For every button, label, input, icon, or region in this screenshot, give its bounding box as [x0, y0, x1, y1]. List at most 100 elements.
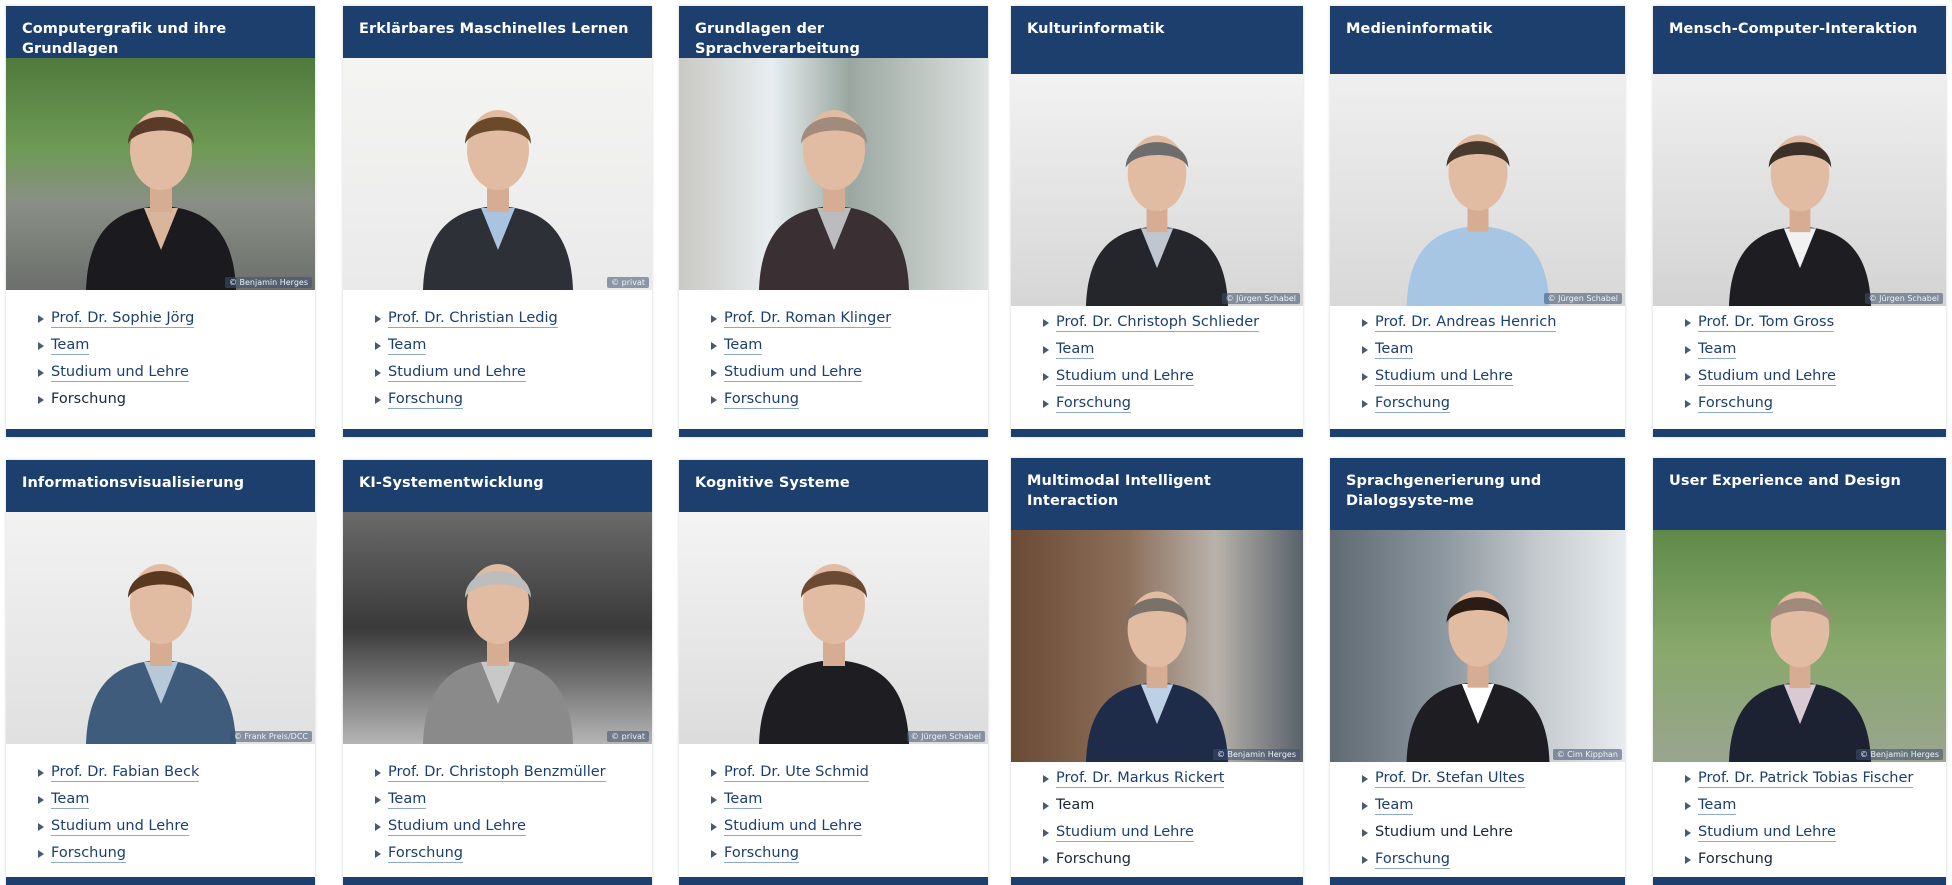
list-item[interactable]: Prof. Dr. Patrick Tobias Fischer: [1653, 765, 1946, 792]
team-link[interactable]: Team: [388, 337, 427, 355]
professor-link[interactable]: Prof. Dr. Markus Rickert: [1056, 770, 1225, 788]
list-item[interactable]: Forschung: [1011, 390, 1303, 417]
list-item[interactable]: Prof. Dr. Tom Gross: [1653, 309, 1946, 336]
list-item[interactable]: Studium und Lehre: [1653, 363, 1946, 390]
research-link[interactable]: Forschung: [388, 391, 463, 409]
teaching-link[interactable]: Studium und Lehre: [388, 364, 526, 382]
professor-link[interactable]: Prof. Dr. Tom Gross: [1698, 314, 1835, 332]
team-link[interactable]: Team: [724, 791, 763, 809]
professor-link[interactable]: Prof. Dr. Christoph Schlieder: [1056, 314, 1260, 332]
team-link[interactable]: Team: [1698, 341, 1737, 359]
list-item[interactable]: Team: [679, 332, 988, 359]
team-link[interactable]: Team: [724, 337, 763, 355]
teaching-link[interactable]: Studium und Lehre: [1698, 368, 1836, 386]
list-item[interactable]: Studium und Lehre: [1330, 363, 1625, 390]
list-item[interactable]: Prof. Dr. Fabian Beck: [6, 759, 315, 786]
portrait-photo: © Benjamin Herges: [6, 58, 315, 290]
list-item[interactable]: Team: [6, 786, 315, 813]
card-footer-bar: [6, 429, 315, 437]
team-link[interactable]: Team: [51, 337, 90, 355]
research-link[interactable]: Forschung: [1698, 395, 1773, 413]
professorship-card: Kulturinformatik © Jürgen Schabel Prof. Dr…: [1011, 6, 1303, 437]
research-link[interactable]: Forschung: [51, 845, 126, 863]
list-item[interactable]: Forschung: [6, 840, 315, 867]
teaching-link[interactable]: Studium und Lehre: [51, 364, 189, 382]
list-item[interactable]: Studium und Lehre: [6, 359, 315, 386]
professorship-card: Erklärbares Maschinelles Lernen © privat P…: [343, 6, 652, 437]
list-item[interactable]: Team: [1330, 336, 1625, 363]
research-link[interactable]: Forschung: [1056, 395, 1131, 413]
team-link[interactable]: Team: [1375, 341, 1414, 359]
list-item[interactable]: Studium und Lehre: [1011, 819, 1303, 846]
list-item[interactable]: Prof. Dr. Christian Ledig: [343, 305, 652, 332]
list-item[interactable]: Studium und Lehre: [343, 359, 652, 386]
card-footer-bar: [343, 429, 652, 437]
research-link[interactable]: Forschung: [724, 845, 799, 863]
list-item[interactable]: Team: [1653, 336, 1946, 363]
card-title: Sprachgenerierung und Dialogsyste-me: [1330, 458, 1625, 530]
teaching-link[interactable]: Studium und Lehre: [1375, 368, 1513, 386]
list-item[interactable]: Forschung: [1653, 390, 1946, 417]
list-item[interactable]: Prof. Dr. Markus Rickert: [1011, 765, 1303, 792]
list-item[interactable]: Prof. Dr. Christoph Schlieder: [1011, 309, 1303, 336]
team-link[interactable]: Team: [1375, 797, 1414, 815]
list-item[interactable]: Team: [343, 332, 652, 359]
research-link[interactable]: Forschung: [724, 391, 799, 409]
research-link[interactable]: Forschung: [388, 845, 463, 863]
team-link[interactable]: Team: [1698, 797, 1737, 815]
list-item[interactable]: Team: [6, 332, 315, 359]
professor-link[interactable]: Prof. Dr. Andreas Henrich: [1375, 314, 1557, 332]
teaching-link[interactable]: Studium und Lehre: [1056, 368, 1194, 386]
triangle-right-icon: [1685, 774, 1691, 783]
list-item[interactable]: Prof. Dr. Ute Schmid: [679, 759, 988, 786]
list-item[interactable]: Studium und Lehre: [679, 359, 988, 386]
list-item[interactable]: Studium und Lehre: [679, 813, 988, 840]
list-item[interactable]: Forschung: [1330, 390, 1625, 417]
team-link[interactable]: Team: [51, 791, 90, 809]
list-item[interactable]: Studium und Lehre: [6, 813, 315, 840]
teaching-link[interactable]: Studium und Lehre: [51, 818, 189, 836]
photo-credit: © privat: [607, 731, 649, 742]
research-link[interactable]: Forschung: [1375, 395, 1450, 413]
list-item[interactable]: Prof. Dr. Christoph Benzmüller: [343, 759, 652, 786]
list-item[interactable]: Forschung: [343, 386, 652, 413]
team-link[interactable]: Team: [388, 791, 427, 809]
teaching-link[interactable]: Studium und Lehre: [724, 818, 862, 836]
list-item[interactable]: Studium und Lehre: [1653, 819, 1946, 846]
triangle-right-icon: [1043, 318, 1049, 327]
list-item[interactable]: Prof. Dr. Sophie Jörg: [6, 305, 315, 332]
professorship-card: Multimodal Intelligent Interaction © Benj…: [1011, 458, 1303, 885]
list-item[interactable]: Team: [343, 786, 652, 813]
team-link[interactable]: Team: [1056, 341, 1095, 359]
professor-link[interactable]: Prof. Dr. Christoph Benzmüller: [388, 764, 606, 782]
list-item[interactable]: Studium und Lehre: [1011, 363, 1303, 390]
professor-link[interactable]: Prof. Dr. Sophie Jörg: [51, 310, 195, 328]
list-item[interactable]: Forschung: [343, 840, 652, 867]
list-item[interactable]: Team: [1653, 792, 1946, 819]
research-link[interactable]: Forschung: [1375, 851, 1450, 869]
triangle-right-icon: [1362, 318, 1368, 327]
list-item[interactable]: Prof. Dr. Roman Klinger: [679, 305, 988, 332]
professor-link[interactable]: Prof. Dr. Patrick Tobias Fischer: [1698, 770, 1914, 788]
professor-link[interactable]: Prof. Dr. Roman Klinger: [724, 310, 892, 328]
triangle-right-icon: [1685, 372, 1691, 381]
list-item[interactable]: Forschung: [1330, 846, 1625, 873]
teaching-link[interactable]: Studium und Lehre: [388, 818, 526, 836]
professor-link[interactable]: Prof. Dr. Christian Ledig: [388, 310, 558, 328]
list-item[interactable]: Team: [1330, 792, 1625, 819]
list-item[interactable]: Team: [679, 786, 988, 813]
professor-link[interactable]: Prof. Dr. Ute Schmid: [724, 764, 869, 782]
professor-link[interactable]: Prof. Dr. Fabian Beck: [51, 764, 200, 782]
triangle-right-icon: [1362, 828, 1368, 837]
list-item[interactable]: Prof. Dr. Stefan Ultes: [1330, 765, 1625, 792]
person-silhouette: [422, 110, 573, 290]
teaching-link[interactable]: Studium und Lehre: [1698, 824, 1836, 842]
list-item[interactable]: Studium und Lehre: [343, 813, 652, 840]
list-item[interactable]: Prof. Dr. Andreas Henrich: [1330, 309, 1625, 336]
professor-link[interactable]: Prof. Dr. Stefan Ultes: [1375, 770, 1525, 788]
teaching-link[interactable]: Studium und Lehre: [724, 364, 862, 382]
list-item[interactable]: Forschung: [679, 840, 988, 867]
list-item[interactable]: Team: [1011, 336, 1303, 363]
list-item[interactable]: Forschung: [679, 386, 988, 413]
teaching-link[interactable]: Studium und Lehre: [1056, 824, 1194, 842]
